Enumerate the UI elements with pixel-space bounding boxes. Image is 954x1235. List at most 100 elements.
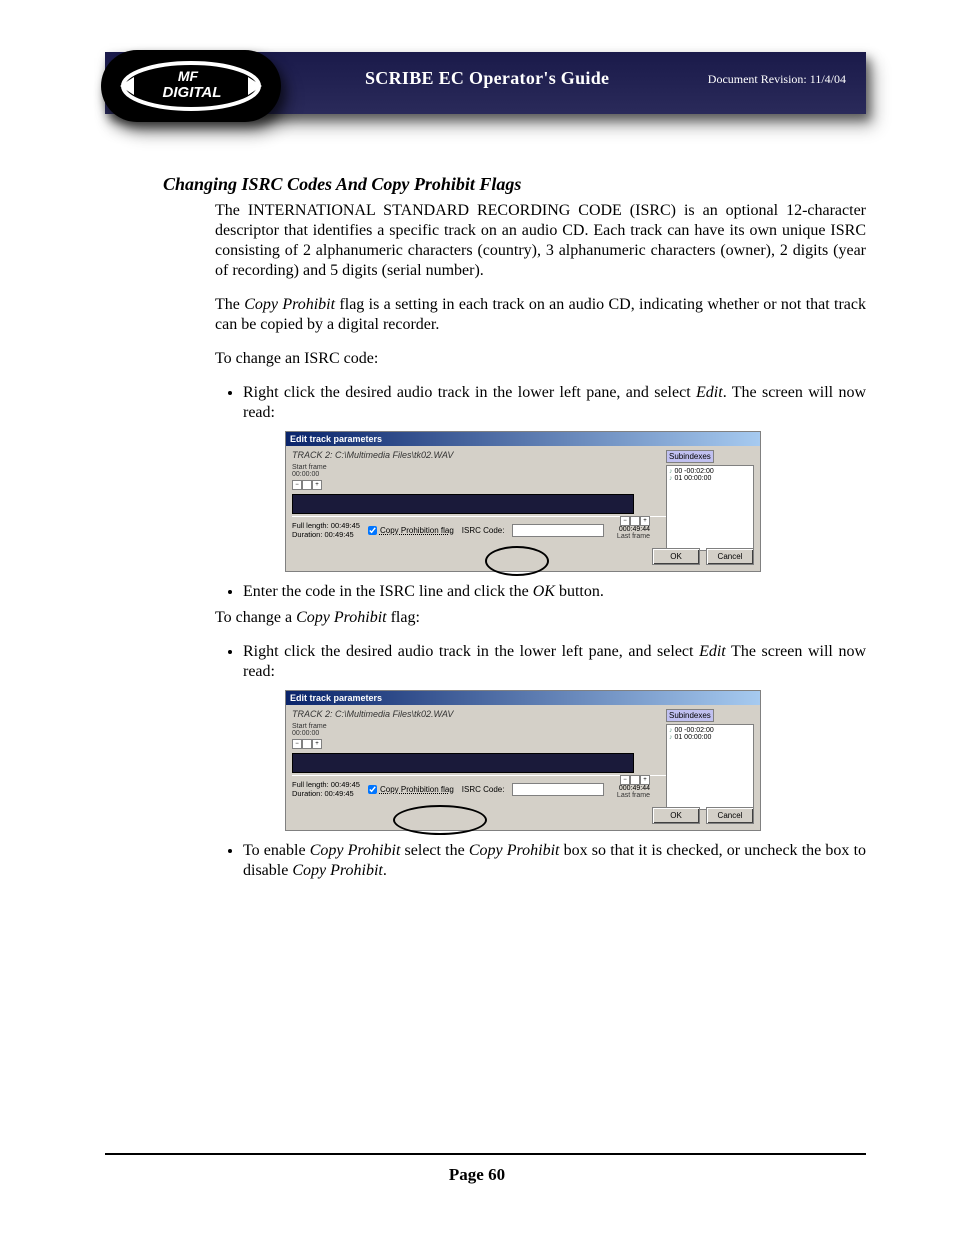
- duration-label: Duration: 00:49:45: [292, 530, 360, 539]
- italic-copy-prohibit: Copy Prohibit: [469, 842, 560, 859]
- cancel-button[interactable]: Cancel: [706, 548, 754, 565]
- subindexes-list[interactable]: 00 -00:02:00 01 00:00:00: [666, 465, 754, 551]
- stepper-minus-icon[interactable]: −: [620, 775, 630, 785]
- txt: To change a: [215, 609, 296, 626]
- section-heading: Changing ISRC Codes And Copy Prohibit Fl…: [163, 174, 866, 195]
- full-length-label: Full length: 00:49:45: [292, 521, 360, 530]
- copy-prohibit-input[interactable]: [368, 785, 377, 794]
- stepper-plus-icon[interactable]: +: [640, 516, 650, 526]
- txt: Right click the desired audio track in t…: [243, 384, 696, 401]
- dialog-body: TRACK 2: C:\Multimedia Files\tk02.WAV St…: [286, 705, 760, 830]
- isrc-steps-list: Right click the desired audio track in t…: [215, 383, 866, 423]
- stepper-plus-icon[interactable]: +: [312, 739, 322, 749]
- txt: The: [215, 296, 244, 313]
- svg-text:DIGITAL: DIGITAL: [163, 84, 222, 101]
- last-frame-label: Last frame: [617, 533, 650, 540]
- stepper-field[interactable]: [302, 480, 312, 490]
- ok-button[interactable]: OK: [652, 807, 700, 824]
- to-change-copy-prohibit-label: To change a Copy Prohibit flag:: [215, 608, 866, 628]
- italic-edit: Edit: [696, 384, 723, 401]
- subindex-item[interactable]: 01 00:00:00: [669, 475, 751, 482]
- last-frame-label: Last frame: [617, 792, 650, 799]
- italic-copy-prohibit: Copy Prohibit: [310, 842, 401, 859]
- mf-digital-logo-icon: MF DIGITAL: [116, 59, 266, 114]
- edit-track-dialog: Edit track parameters TRACK 2: C:\Multim…: [285, 690, 761, 831]
- dialog-titlebar: Edit track parameters: [286, 432, 760, 446]
- duration-label: Duration: 00:49:45: [292, 789, 360, 798]
- copy-prohibit-steps-list-2: To enable Copy Prohibit select the Copy …: [215, 841, 866, 881]
- txt: flag:: [387, 609, 420, 626]
- italic-ok: OK: [533, 583, 555, 600]
- end-frame-block: −+ 000:49:44 Last frame: [617, 775, 650, 799]
- dialog-buttons: OK Cancel: [652, 548, 754, 565]
- to-change-isrc-label: To change an ISRC code:: [215, 349, 866, 369]
- stepper-minus-icon[interactable]: −: [292, 480, 302, 490]
- stepper-minus-icon[interactable]: −: [620, 516, 630, 526]
- page: MF DIGITAL SCRIBE EC Operator's Guide Do…: [0, 0, 954, 1235]
- logo-badge: MF DIGITAL: [101, 50, 281, 122]
- subindex-item[interactable]: 00 -00:02:00: [669, 468, 751, 475]
- intro-paragraph-copy-prohibit: The Copy Prohibit flag is a setting in e…: [215, 295, 866, 335]
- italic-copy-prohibit: Copy Prohibit: [292, 862, 383, 879]
- subindexes-label: Subindexes: [666, 709, 714, 722]
- end-frame-value: 000:49:44: [617, 785, 650, 792]
- end-frame-stepper[interactable]: −+: [617, 775, 650, 785]
- dialog-body: TRACK 2: C:\Multimedia Files\tk02.WAV St…: [286, 446, 760, 571]
- copy-prohibit-step-2: To enable Copy Prohibit select the Copy …: [243, 841, 866, 881]
- isrc-code-label: ISRC Code:: [462, 526, 505, 535]
- copy-prohibit-label: Copy Prohibition flag: [380, 785, 454, 794]
- isrc-steps-list-2: Enter the code in the ISRC line and clic…: [215, 582, 866, 602]
- copy-prohibit-checkbox[interactable]: Copy Prohibition flag: [368, 785, 454, 794]
- txt: button.: [555, 583, 604, 600]
- copy-prohibit-input[interactable]: [368, 526, 377, 535]
- txt: To enable: [243, 842, 310, 859]
- stepper-field[interactable]: [630, 775, 640, 785]
- subindexes-panel: Subindexes 00 -00:02:00 01 00:00:00: [666, 450, 754, 551]
- stepper-minus-icon[interactable]: −: [292, 739, 302, 749]
- txt: Enter the code in the ISRC line and clic…: [243, 583, 533, 600]
- subindexes-list[interactable]: 00 -00:02:00 01 00:00:00: [666, 724, 754, 810]
- stepper-field[interactable]: [630, 516, 640, 526]
- cancel-button[interactable]: Cancel: [706, 807, 754, 824]
- footer-rule: [105, 1153, 866, 1155]
- intro-paragraph-isrc: The INTERNATIONAL STANDARD RECORDING COD…: [215, 201, 866, 281]
- waveform-display: [292, 753, 634, 773]
- subindex-item[interactable]: 01 00:00:00: [669, 734, 751, 741]
- subindexes-panel: Subindexes 00 -00:02:00 01 00:00:00: [666, 709, 754, 810]
- dialog-titlebar: Edit track parameters: [286, 691, 760, 705]
- isrc-code-label: ISRC Code:: [462, 785, 505, 794]
- isrc-code-input[interactable]: [512, 783, 604, 796]
- header-band: MF DIGITAL SCRIBE EC Operator's Guide Do…: [105, 52, 866, 114]
- edit-track-dialog: Edit track parameters TRACK 2: C:\Multim…: [285, 431, 761, 572]
- txt: select the: [400, 842, 468, 859]
- italic-edit: Edit: [699, 643, 726, 660]
- copy-prohibit-label: Copy Prohibition flag: [380, 526, 454, 535]
- copy-prohibit-checkbox[interactable]: Copy Prohibition flag: [368, 526, 454, 535]
- stepper-plus-icon[interactable]: +: [312, 480, 322, 490]
- italic-copy-prohibit: Copy Prohibit: [244, 296, 335, 313]
- txt: .: [383, 862, 387, 879]
- isrc-step-1: Right click the desired audio track in t…: [243, 383, 866, 423]
- copy-prohibit-steps-list: Right click the desired audio track in t…: [215, 642, 866, 682]
- isrc-step-2: Enter the code in the ISRC line and clic…: [243, 582, 866, 602]
- svg-text:MF: MF: [178, 68, 199, 84]
- ok-button[interactable]: OK: [652, 548, 700, 565]
- waveform-display: [292, 494, 634, 514]
- isrc-code-input[interactable]: [512, 524, 604, 537]
- dialog-buttons: OK Cancel: [652, 807, 754, 824]
- stepper-plus-icon[interactable]: +: [640, 775, 650, 785]
- page-number: Page 60: [0, 1165, 954, 1185]
- copy-prohibit-step-1: Right click the desired audio track in t…: [243, 642, 866, 682]
- italic-copy-prohibit: Copy Prohibit: [296, 609, 387, 626]
- length-block: Full length: 00:49:45 Duration: 00:49:45: [292, 521, 360, 539]
- length-block: Full length: 00:49:45 Duration: 00:49:45: [292, 780, 360, 798]
- end-frame-stepper[interactable]: −+: [617, 516, 650, 526]
- header-revision: Document Revision: 11/4/04: [708, 72, 846, 87]
- content-region: Changing ISRC Codes And Copy Prohibit Fl…: [105, 160, 866, 1165]
- txt: Right click the desired audio track in t…: [243, 643, 699, 660]
- subindex-item[interactable]: 00 -00:02:00: [669, 727, 751, 734]
- stepper-field[interactable]: [302, 739, 312, 749]
- header-title: SCRIBE EC Operator's Guide: [365, 68, 609, 89]
- end-frame-block: −+ 000:49:44 Last frame: [617, 516, 650, 540]
- full-length-label: Full length: 00:49:45: [292, 780, 360, 789]
